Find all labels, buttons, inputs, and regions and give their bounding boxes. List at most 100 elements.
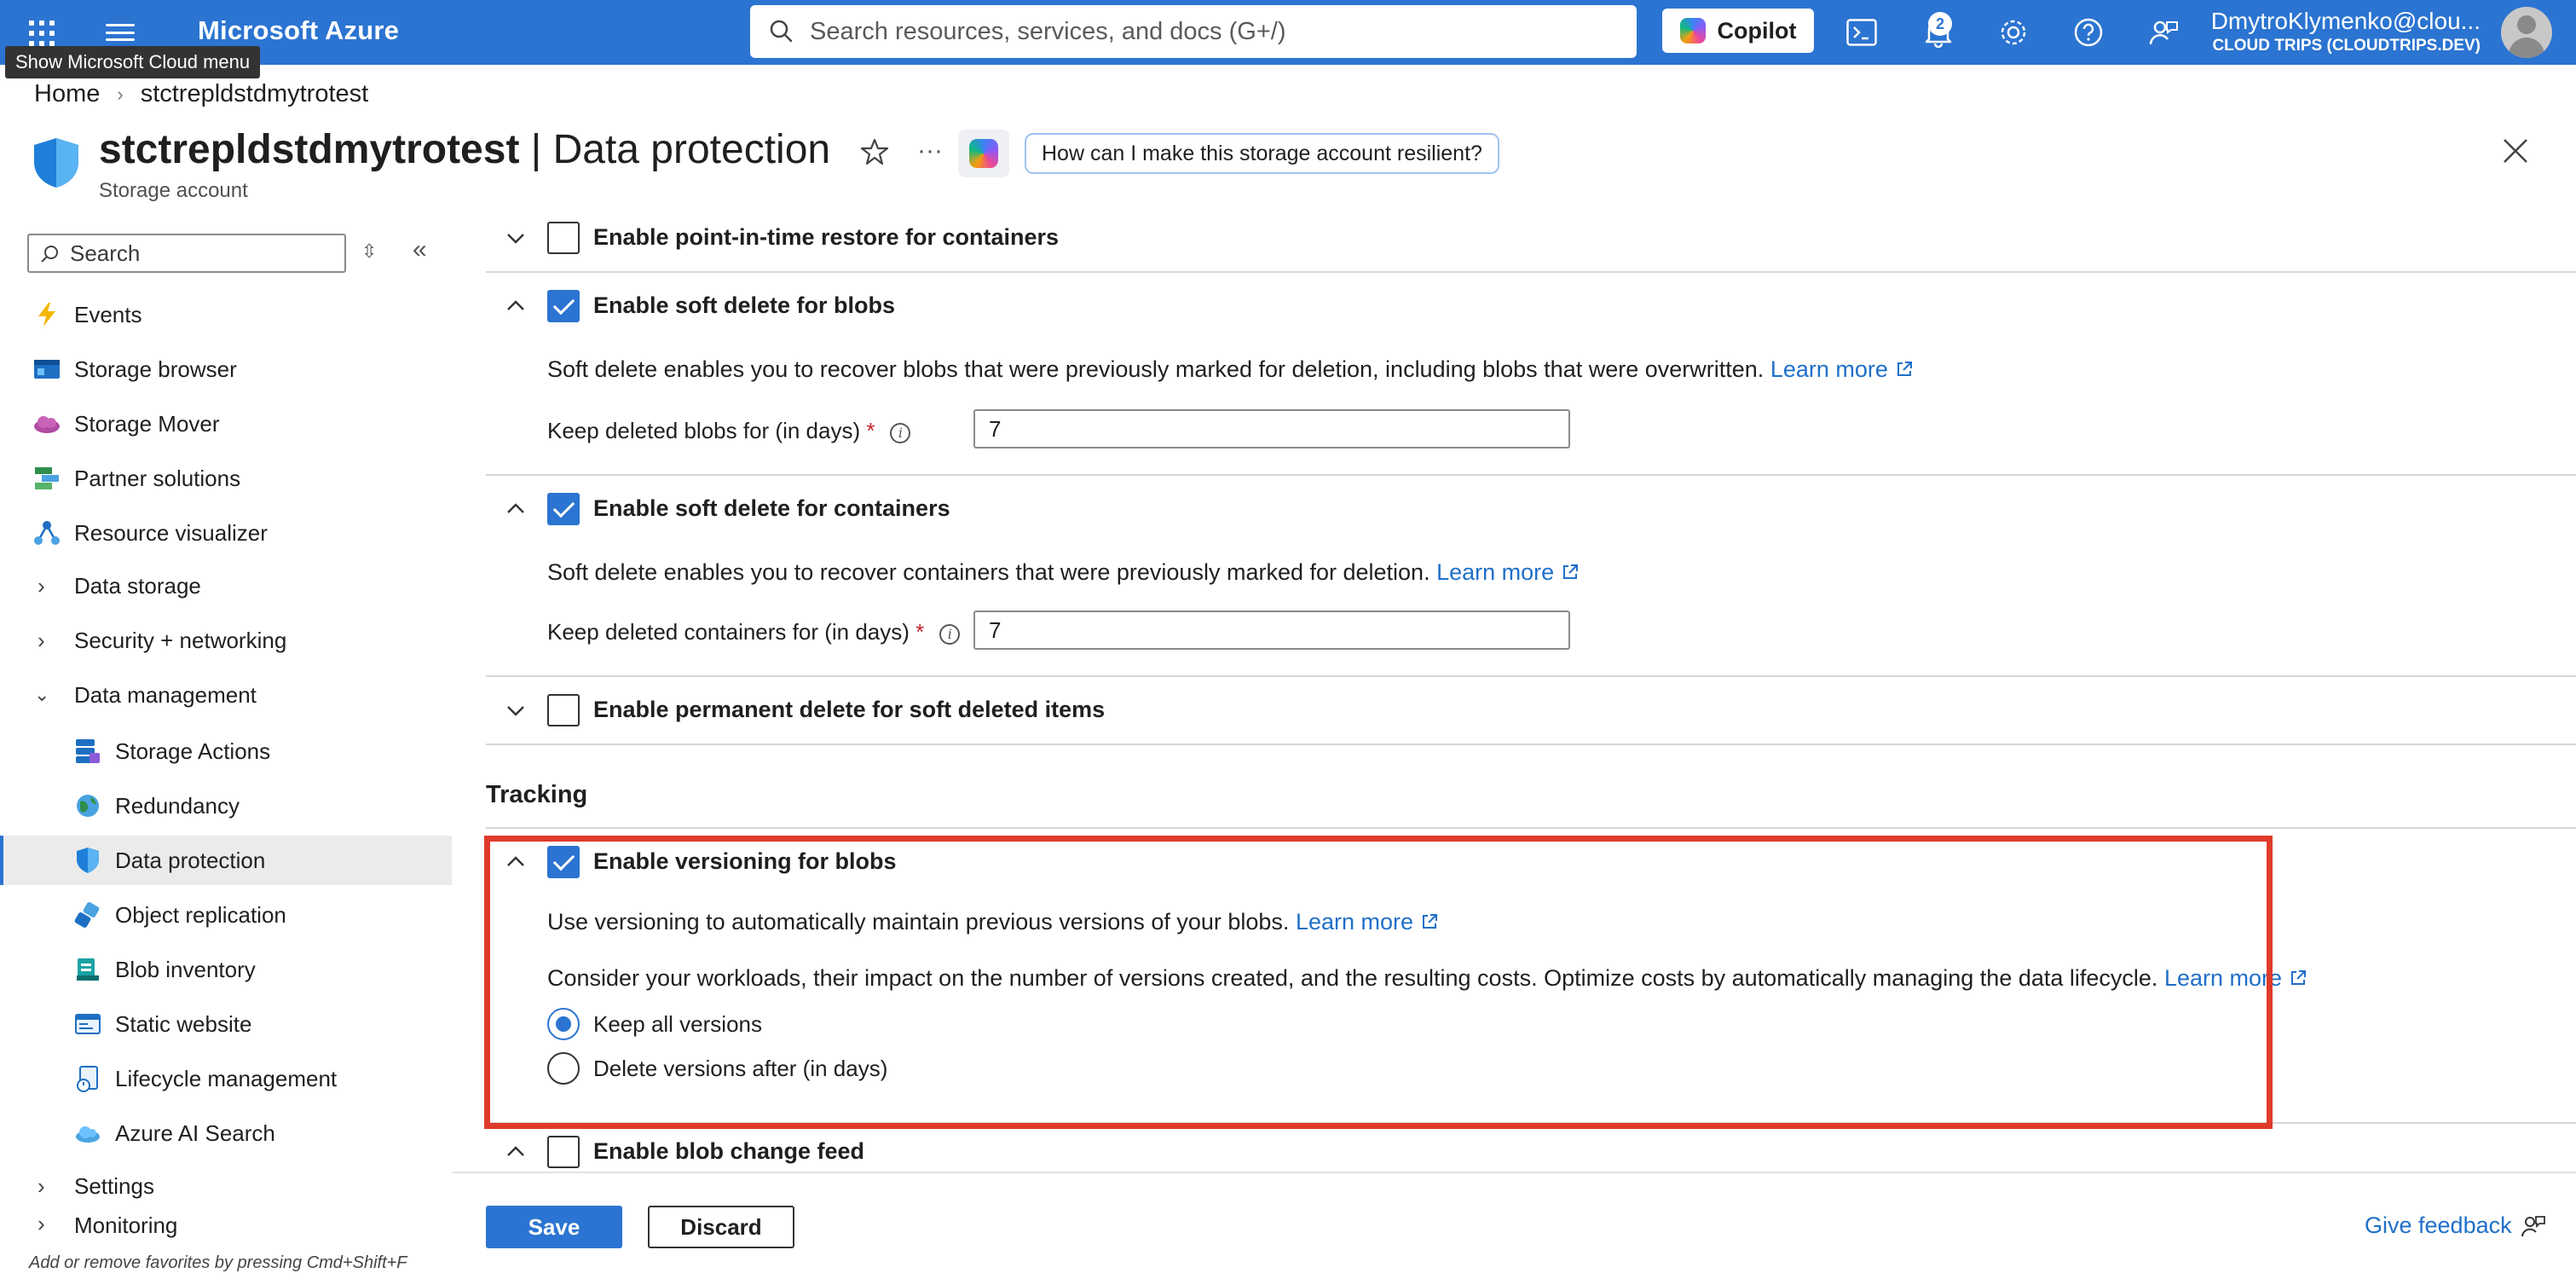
chevron-right-icon: › — [38, 627, 45, 653]
permanent-delete-checkbox[interactable] — [547, 694, 580, 726]
delete-versions-radio[interactable] — [547, 1052, 580, 1085]
sidebar-group-data-management[interactable]: ⌄ Data management — [0, 670, 452, 720]
settings-gear-icon[interactable] — [1996, 15, 2030, 49]
external-link-icon — [1563, 564, 1579, 579]
sidebar-search-input[interactable]: Search — [27, 234, 346, 273]
pitr-checkbox[interactable] — [547, 222, 580, 254]
search-icon — [41, 246, 58, 263]
sidebar-item-data-protection[interactable]: Data protection — [0, 836, 452, 885]
delete-versions-label[interactable]: Delete versions after (in days) — [593, 1056, 887, 1082]
chevron-up-icon[interactable] — [503, 849, 528, 875]
resource-name: stctrepldstdmytrotest — [99, 127, 520, 172]
sidebar-item-lifecycle-management[interactable]: Lifecycle management — [0, 1054, 452, 1103]
top-bar: Microsoft Azure Search resources, servic… — [0, 0, 2576, 65]
sidebar-item-label: Static website — [115, 1010, 252, 1037]
field-label-text: Keep deleted containers for (in days) — [547, 619, 910, 645]
chevron-up-icon[interactable] — [503, 293, 528, 319]
soft-delete-blobs-checkbox[interactable] — [547, 290, 580, 322]
sidebar-item-label: Partner solutions — [74, 465, 241, 491]
title-separator: | — [519, 127, 553, 172]
notification-count-badge: 2 — [1928, 12, 1952, 36]
cloud-shell-icon[interactable] — [1845, 15, 1879, 49]
discard-button[interactable]: Discard — [648, 1206, 794, 1248]
sidebar-item-partner-solutions[interactable]: Partner solutions — [0, 454, 452, 503]
sidebar-group-data-storage[interactable]: › Data storage — [0, 561, 452, 611]
soft-delete-containers-checkbox[interactable] — [547, 493, 580, 525]
external-link-icon — [1897, 362, 1912, 376]
divider — [486, 474, 2576, 476]
info-icon[interactable]: i — [890, 423, 911, 443]
breadcrumb-home[interactable]: Home — [34, 80, 100, 108]
info-icon[interactable]: i — [939, 624, 961, 645]
retain-blobs-days-input[interactable]: 7 — [973, 409, 1570, 449]
favorite-star-icon[interactable] — [861, 138, 888, 165]
learn-more-link[interactable]: Learn more — [2164, 965, 2307, 991]
sidebar-item-azure-ai-search[interactable]: Azure AI Search — [0, 1108, 452, 1158]
page-title: stctrepldstdmytrotest | Data protection — [99, 126, 830, 173]
sidebar-item-label: Resource visualizer — [74, 519, 268, 546]
required-marker: * — [915, 619, 925, 645]
learn-more-link[interactable]: Learn more — [1296, 909, 1439, 935]
soft-delete-containers-description: Soft delete enables you to recover conta… — [547, 559, 1580, 586]
save-button[interactable]: Save — [486, 1206, 622, 1248]
more-options-icon[interactable]: ··· — [917, 136, 943, 165]
soft-delete-blobs-description: Soft delete enables you to recover blobs… — [547, 356, 1914, 383]
chevron-down-icon[interactable] — [503, 225, 528, 251]
sidebar-item-static-website[interactable]: Static website — [0, 999, 452, 1049]
user-directory: CLOUD TRIPS (CLOUDTRIPS.DEV) — [2212, 37, 2481, 55]
portal-menu-icon[interactable] — [106, 20, 135, 44]
sidebar-item-redundancy[interactable]: Redundancy — [0, 781, 452, 830]
sidebar-item-label: Monitoring — [74, 1216, 178, 1238]
sidebar-item-object-replication[interactable]: Object replication — [0, 890, 452, 940]
change-feed-checkbox[interactable] — [547, 1136, 580, 1168]
avatar[interactable] — [2501, 7, 2552, 58]
chevron-right-icon: › — [117, 83, 124, 105]
lifecycle-icon — [73, 1064, 102, 1093]
versioning-checkbox[interactable] — [547, 846, 580, 878]
global-search-input[interactable]: Search resources, services, and docs (G+… — [750, 5, 1637, 58]
sidebar-item-label: Lifecycle management — [115, 1065, 338, 1091]
permanent-delete-label: Enable permanent delete for soft deleted… — [593, 697, 1106, 722]
app-launcher-icon[interactable] — [26, 17, 58, 49]
sidebar-item-blob-inventory[interactable]: Blob inventory — [0, 945, 452, 994]
sidebar-item-storage-browser[interactable]: Storage browser — [0, 344, 452, 394]
sidebar-item-resource-visualizer[interactable]: Resource visualizer — [0, 508, 452, 558]
sidebar-group-security-networking[interactable]: › Security + networking — [0, 616, 452, 665]
chevron-up-icon[interactable] — [503, 496, 528, 522]
close-icon[interactable] — [2501, 136, 2530, 165]
chevron-down-icon: ⌄ — [34, 684, 50, 705]
sidebar-group-monitoring[interactable]: › Monitoring — [0, 1216, 452, 1241]
sidebar-item-storage-actions[interactable]: Storage Actions — [0, 726, 452, 776]
copilot-label: Copilot — [1717, 17, 1797, 43]
globe-icon — [73, 791, 102, 820]
help-icon[interactable] — [2071, 15, 2105, 49]
sidebar-item-events[interactable]: Events — [0, 290, 452, 339]
copilot-prompt-chip[interactable]: How can I make this storage account resi… — [1025, 133, 1499, 174]
description-text: Consider your workloads, their impact on… — [547, 965, 2158, 991]
chevron-up-icon[interactable] — [503, 1139, 528, 1165]
sort-updown-icon[interactable]: ⇳ — [361, 240, 377, 263]
tooltip-cloud-menu: Show Microsoft Cloud menu — [5, 46, 261, 78]
shield-icon — [73, 846, 102, 875]
account-menu[interactable]: DmytroKlymenko@clou... CLOUD TRIPS (CLOU… — [2208, 7, 2481, 56]
keep-all-versions-radio[interactable] — [547, 1008, 580, 1040]
sidebar-item-label: Blob inventory — [115, 956, 256, 982]
sidebar-group-settings[interactable]: › Settings — [0, 1161, 452, 1211]
brand-title[interactable]: Microsoft Azure — [198, 15, 399, 46]
learn-more-text: Learn more — [1295, 909, 1414, 935]
learn-more-link[interactable]: Learn more — [1770, 356, 1914, 382]
replication-icon — [73, 900, 102, 929]
feedback-person-icon[interactable] — [2146, 15, 2180, 49]
copilot-button[interactable]: Copilot — [1662, 9, 1814, 53]
visualizer-icon — [32, 518, 61, 547]
sidebar-item-storage-mover[interactable]: Storage Mover — [0, 399, 452, 449]
keep-all-versions-label[interactable]: Keep all versions — [593, 1011, 762, 1038]
give-feedback-link[interactable]: Give feedback — [2365, 1212, 2546, 1239]
chevron-down-icon[interactable] — [503, 697, 528, 723]
collapse-sidebar-icon[interactable]: « — [413, 235, 427, 264]
copilot-suggestion-icon[interactable] — [958, 130, 1009, 177]
learn-more-link[interactable]: Learn more — [1436, 559, 1580, 585]
retain-containers-days-input[interactable]: 7 — [973, 611, 1570, 650]
description-text: Soft delete enables you to recover conta… — [547, 559, 1430, 585]
breadcrumb-current[interactable]: stctrepldstdmytrotest — [141, 80, 369, 108]
